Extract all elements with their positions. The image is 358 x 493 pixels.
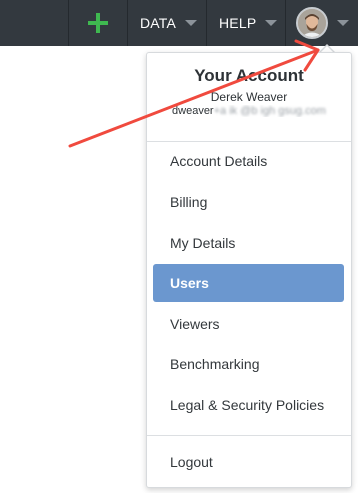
menu-item-billing[interactable]: Billing xyxy=(153,183,344,221)
menu-item-label: Logout xyxy=(170,454,213,470)
menu-item-label: Users xyxy=(170,275,209,291)
caret-down-icon xyxy=(337,20,349,26)
help-menu-label: HELP xyxy=(219,15,257,31)
divider xyxy=(127,0,128,46)
menu-item-label: My Details xyxy=(170,235,236,251)
data-menu-label: DATA xyxy=(140,15,177,31)
account-dropdown-menu: Your Account Derek Weaver dweaver+a ik @… xyxy=(146,52,352,488)
help-menu-button[interactable]: HELP xyxy=(219,0,278,46)
menu-item-label: Legal & Security Policies xyxy=(170,397,325,413)
menu-item-label: Account Details xyxy=(170,153,268,169)
divider xyxy=(206,0,207,46)
menu-item-viewers[interactable]: Viewers xyxy=(153,305,344,343)
menu-item-account-details[interactable]: Account Details xyxy=(153,142,344,180)
divider xyxy=(285,0,286,46)
avatar xyxy=(296,7,328,39)
divider xyxy=(147,435,351,436)
email-obscured-part: +a ik @b igh gsug.com xyxy=(213,105,326,117)
menu-item-my-details[interactable]: My Details xyxy=(153,224,344,262)
menu-item-logout[interactable]: Logout xyxy=(153,443,344,481)
menu-item-label: Billing xyxy=(170,194,208,210)
caret-down-icon xyxy=(185,20,198,26)
plus-icon xyxy=(88,13,108,33)
account-menu-button[interactable] xyxy=(290,0,358,46)
menu-item-label: Viewers xyxy=(170,316,220,332)
user-email: dweaver+a ik @b igh gsug.com xyxy=(151,105,347,117)
data-menu-button[interactable]: DATA xyxy=(140,0,198,46)
avatar-image xyxy=(298,9,326,37)
menu-item-label: Benchmarking xyxy=(170,356,260,372)
email-visible-part: dweaver xyxy=(172,105,214,117)
add-button[interactable] xyxy=(70,0,126,46)
menu-item-benchmarking[interactable]: Benchmarking xyxy=(153,345,344,383)
user-name: Derek Weaver xyxy=(210,90,288,104)
divider xyxy=(68,0,69,46)
menu-item-legal-security[interactable]: Legal & Security Policies xyxy=(153,386,344,424)
account-menu-title: Your Account xyxy=(194,66,304,85)
top-navigation-bar: DATA HELP xyxy=(0,0,358,46)
menu-item-users[interactable]: Users xyxy=(153,264,344,302)
caret-down-icon xyxy=(265,20,278,26)
